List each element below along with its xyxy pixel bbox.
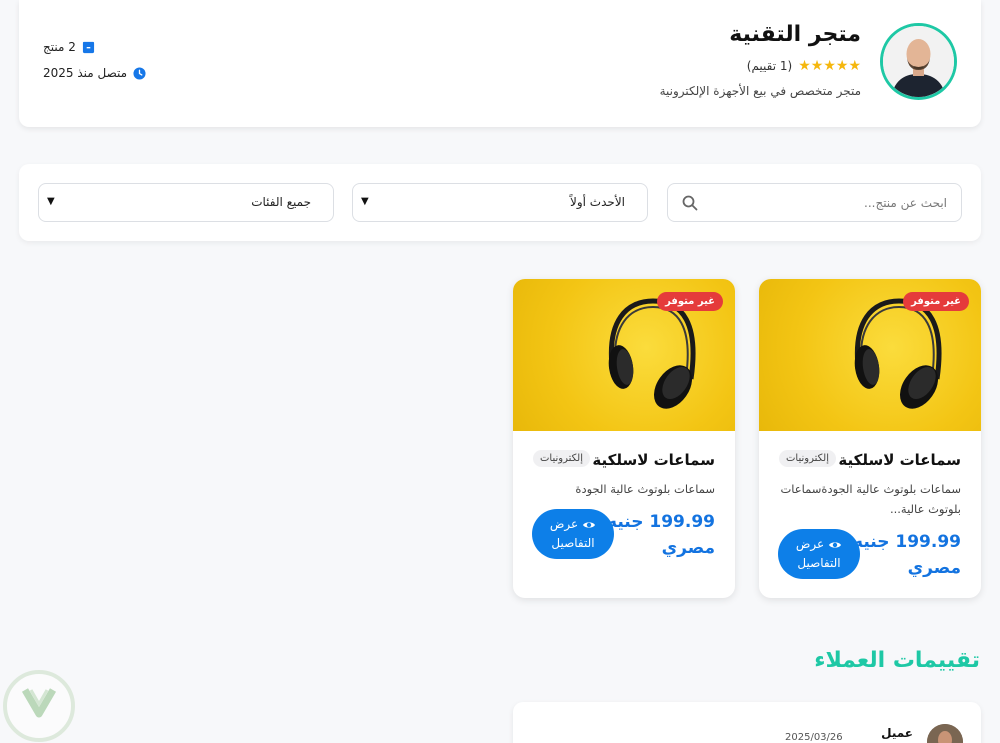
chevron-down-icon: ▼ bbox=[47, 196, 55, 207]
clock-icon bbox=[133, 66, 146, 80]
search-input[interactable] bbox=[707, 184, 947, 221]
products-count-row: 2 منتج bbox=[43, 40, 95, 54]
store-rating: ★★★★★ (1 تقييم) bbox=[747, 58, 861, 74]
product-description: سماعات بلوتوث عالية الجودة bbox=[575, 482, 715, 496]
product-image[interactable]: غير متوفر bbox=[513, 279, 735, 431]
details-label-line2: التفاصيل bbox=[797, 556, 841, 570]
search-icon[interactable] bbox=[682, 195, 698, 211]
category-select[interactable]: جميع الفئات ▼ bbox=[38, 183, 334, 222]
watermark-logo bbox=[3, 670, 75, 742]
category-selected-value: جميع الفئات bbox=[251, 195, 311, 209]
product-description: سماعات بلوتوث عالية الجودةسماعات بلوتوث … bbox=[780, 482, 961, 516]
product-title[interactable]: سماعات لاسلكية bbox=[838, 451, 961, 469]
sort-select[interactable]: الأحدث أولاً ▼ bbox=[352, 183, 648, 222]
details-label-line2: التفاصيل bbox=[551, 536, 595, 550]
details-label-line1: عرض bbox=[795, 537, 825, 551]
store-avatar bbox=[880, 23, 957, 100]
product-card[interactable]: غير متوفر سماعات لاسلكية إلكترونيات سماع… bbox=[759, 279, 981, 598]
category-tag: إلكترونيات bbox=[779, 450, 836, 467]
product-card[interactable]: غير متوفر سماعات لاسلكية إلكترونيات سماع… bbox=[513, 279, 735, 598]
joined-date: متصل منذ 2025 bbox=[43, 66, 128, 80]
search-box[interactable] bbox=[667, 183, 962, 222]
out-of-stock-badge: غير متوفر bbox=[657, 292, 723, 311]
product-title[interactable]: سماعات لاسلكية bbox=[592, 451, 715, 469]
review-card: عميل 2025/03/26 bbox=[513, 702, 981, 743]
store-header-card: متجر التقنية ★★★★★ (1 تقييم) متجر متخصص … bbox=[19, 0, 981, 127]
view-details-button[interactable]: عرض التفاصيل bbox=[532, 509, 614, 559]
details-label-line1: عرض bbox=[549, 517, 579, 531]
rating-count: (1 تقييم) bbox=[746, 59, 793, 73]
store-name: متجر التقنية bbox=[729, 22, 861, 47]
reviews-heading: تقييمات العملاء bbox=[814, 648, 980, 673]
reviewer-avatar bbox=[927, 724, 963, 743]
products-count: 2 منتج bbox=[43, 40, 76, 54]
chevron-down-icon: ▼ bbox=[361, 196, 369, 207]
reviewer-name: عميل bbox=[881, 726, 913, 740]
joined-row: متصل منذ 2025 bbox=[43, 66, 146, 80]
store-description: متجر متخصص في بيع الأجهزة الإلكترونية bbox=[659, 84, 861, 98]
view-details-button[interactable]: عرض التفاصيل bbox=[778, 529, 860, 579]
category-tag: إلكترونيات bbox=[533, 450, 590, 467]
out-of-stock-badge: غير متوفر bbox=[903, 292, 969, 311]
eye-icon bbox=[829, 541, 842, 548]
sort-selected-value: الأحدث أولاً bbox=[570, 195, 625, 209]
product-image[interactable]: غير متوفر bbox=[759, 279, 981, 431]
product-price: 199.99 جنيه مصري bbox=[607, 512, 715, 558]
rating-stars-icon: ★★★★★ bbox=[798, 58, 861, 74]
review-date: 2025/03/26 bbox=[785, 732, 843, 743]
store-page: متجر التقنية ★★★★★ (1 تقييم) متجر متخصص … bbox=[0, 0, 1000, 743]
filter-bar: الأحدث أولاً ▼ جميع الفئات ▼ bbox=[19, 164, 981, 241]
eye-icon bbox=[583, 521, 596, 528]
product-price: 199.99 جنيه مصري bbox=[853, 532, 961, 578]
box-icon bbox=[82, 41, 94, 53]
